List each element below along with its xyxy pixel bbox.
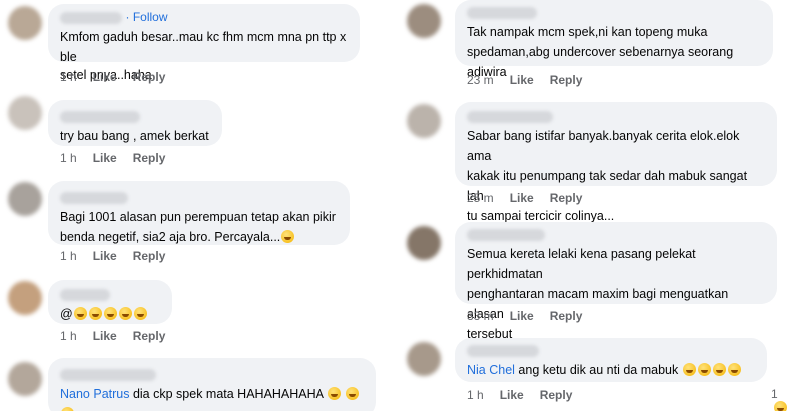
reply-button[interactable]: Reply — [550, 309, 583, 323]
laughing-emoji-icon — [118, 307, 132, 320]
comment-time[interactable]: 1 h — [60, 151, 77, 165]
commenter-name-blurred[interactable] — [467, 6, 537, 19]
laughing-emoji-icon — [133, 307, 147, 320]
like-button[interactable]: Like — [510, 191, 534, 205]
comment-bubble: Tak nampak mcm spek,ni kan topeng muka s… — [455, 0, 773, 79]
wink-emoji-icon — [712, 363, 726, 376]
comment-bubble: Sabar bang istifar banyak.banyak cerita … — [455, 102, 777, 223]
like-button[interactable]: Like — [510, 309, 534, 323]
comment-time[interactable]: 25 m — [467, 191, 494, 205]
reply-button[interactable]: Reply — [540, 388, 573, 402]
comment-actions: 25 m Like Reply — [467, 191, 598, 205]
reply-button[interactable]: Reply — [550, 73, 583, 87]
commenter-name-blurred[interactable] — [60, 368, 156, 381]
avatar[interactable] — [8, 96, 42, 130]
comment-text: dia ckp spek mata HAHAHAHAHA — [129, 387, 324, 401]
comment-text: ang ketu dik au nti da mabuk — [514, 363, 679, 377]
like-button[interactable]: Like — [510, 73, 534, 87]
laughing-emoji-icon — [88, 307, 102, 320]
mention-link[interactable]: Nano Patrus — [60, 387, 129, 401]
avatar[interactable] — [407, 226, 441, 260]
comment-actions: 1 h Like Reply — [60, 249, 181, 263]
comment-text: Tak nampak mcm spek,ni kan topeng muka — [467, 25, 708, 39]
commenter-name-blurred[interactable] — [60, 191, 128, 204]
like-button[interactable]: Like — [93, 151, 117, 165]
comment-text: @ — [60, 307, 73, 321]
comment-time[interactable]: 1 h — [467, 388, 484, 402]
commenter-name-blurred[interactable] — [60, 110, 140, 123]
left-comment-column: · Follow Kmfom gaduh besar..mau kc fhm m… — [0, 0, 392, 411]
column-divider — [392, 0, 399, 411]
comment-bubble: Semua kereta lelaki kena pasang pelekat … — [455, 222, 777, 341]
reaction-count[interactable]: 1 — [771, 387, 791, 411]
comment-text: benda negetif, sia2 aja bro. Percayala..… — [60, 230, 281, 244]
comment-text: Sabar bang istifar banyak.banyak cerita … — [467, 129, 740, 163]
comment-time[interactable]: 1 h — [60, 249, 77, 263]
wink-emoji-icon — [61, 407, 74, 411]
comment-text: Kmfom gaduh besar..mau kc fhm mcm mna pn… — [60, 30, 347, 64]
comment-bubble: Nia Chel ang ketu dik au nti da mabuk — [455, 338, 767, 382]
comment-time[interactable]: 1 h — [60, 70, 77, 84]
comment-bubble: try bau bang , amek berkat — [48, 100, 222, 146]
comment-bubble: Bagi 1001 alasan pun perempuan tetap aka… — [48, 181, 350, 245]
like-button[interactable]: Like — [93, 329, 117, 343]
laughing-emoji-icon — [73, 307, 87, 320]
comment-time[interactable]: 1 h — [60, 329, 77, 343]
comment-actions: 23 m Like Reply — [467, 73, 598, 87]
reply-button[interactable]: Reply — [550, 191, 583, 205]
wink-emoji-icon — [727, 363, 741, 376]
reply-button[interactable]: Reply — [133, 329, 166, 343]
comment-text: Bagi 1001 alasan pun perempuan tetap aka… — [60, 210, 336, 224]
laughing-emoji-icon — [281, 230, 295, 243]
avatar[interactable] — [407, 342, 441, 376]
comment-actions: 33 m Like Reply — [467, 309, 598, 323]
mention-link[interactable]: Nia Chel — [467, 363, 515, 377]
avatar[interactable] — [8, 182, 42, 216]
comment-bubble: · Follow Kmfom gaduh besar..mau kc fhm m… — [48, 4, 360, 82]
commenter-name-blurred[interactable] — [467, 228, 545, 241]
comment-text: Semua kereta lelaki kena pasang pelekat … — [467, 247, 696, 281]
comment-time[interactable]: 23 m — [467, 73, 494, 87]
reply-button[interactable]: Reply — [133, 70, 166, 84]
reaction-count-value: 1 — [771, 387, 778, 401]
avatar[interactable] — [8, 362, 42, 396]
reply-button[interactable]: Reply — [133, 151, 166, 165]
comment-actions: 1 h Like Reply — [467, 388, 588, 402]
like-button[interactable]: Like — [93, 249, 117, 263]
comment-actions: 1 h Like Reply — [60, 151, 181, 165]
wink-emoji-icon — [346, 387, 360, 400]
avatar[interactable] — [8, 6, 42, 40]
commenter-name-blurred[interactable] — [467, 344, 539, 357]
avatar[interactable] — [407, 104, 441, 138]
follow-button[interactable]: · Follow — [125, 10, 167, 24]
commenter-name-blurred[interactable] — [60, 288, 110, 301]
comment-bubble: @ — [48, 280, 172, 324]
wink-emoji-icon — [697, 363, 711, 376]
avatar[interactable] — [407, 4, 441, 38]
right-comment-column: Tak nampak mcm spek,ni kan topeng muka s… — [399, 0, 791, 411]
comment-actions: 1 h Like Reply — [60, 70, 181, 84]
comment-bubble: Nano Patrus dia ckp spek mata HAHAHAHAHA — [48, 358, 376, 411]
laughing-reaction-icon — [774, 401, 787, 411]
wink-emoji-icon — [327, 387, 341, 400]
comment-text: try bau bang , amek berkat — [60, 129, 209, 143]
commenter-name-blurred[interactable] — [467, 110, 553, 123]
laughing-emoji-icon — [103, 307, 117, 320]
reply-button[interactable]: Reply — [133, 249, 166, 263]
comment-actions: 1 h Like Reply — [60, 329, 181, 343]
avatar[interactable] — [8, 281, 42, 315]
comment-time[interactable]: 33 m — [467, 309, 494, 323]
commenter-name-blurred[interactable] — [60, 11, 122, 24]
like-button[interactable]: Like — [93, 70, 117, 84]
like-button[interactable]: Like — [500, 388, 524, 402]
wink-emoji-icon — [682, 363, 696, 376]
